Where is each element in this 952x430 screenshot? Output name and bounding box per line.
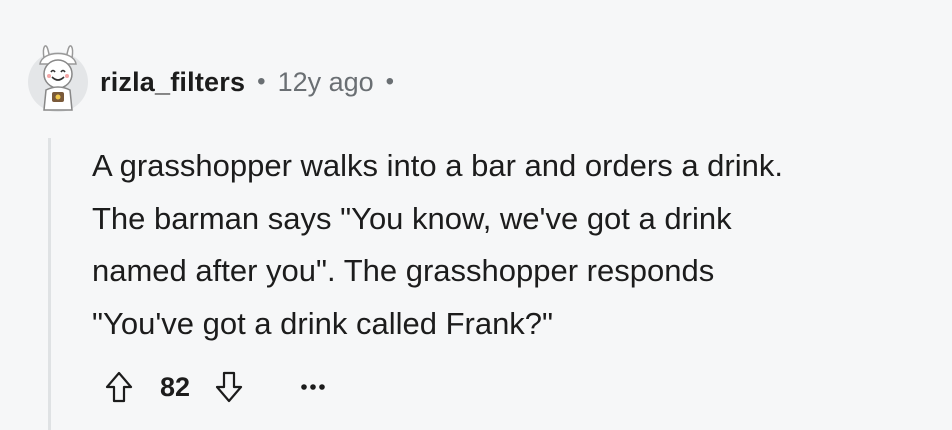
- comment-actions: 82: [100, 362, 333, 412]
- upvote-arrow-icon[interactable]: [100, 367, 138, 407]
- comment-body-line: "You've got a drink called Frank?": [92, 305, 554, 341]
- timestamp[interactable]: 12y ago: [278, 67, 374, 98]
- comment-body-line: The barman says "You know, we've got a d…: [92, 200, 732, 236]
- username-link[interactable]: rizla_filters: [100, 67, 245, 98]
- comment: rizla_filters • 12y ago • A grasshopper …: [0, 0, 952, 430]
- thread-line[interactable]: [48, 138, 51, 430]
- separator-dot: •: [257, 68, 266, 95]
- comment-body: A grasshopper walks into a bar and order…: [92, 140, 937, 350]
- more-options-icon[interactable]: [293, 367, 333, 407]
- separator-dot: •: [385, 68, 395, 95]
- comment-header: rizla_filters • 12y ago •: [100, 60, 406, 104]
- downvote-arrow-icon[interactable]: [210, 367, 248, 407]
- vote-score: 82: [160, 371, 191, 402]
- avatar-icon[interactable]: [22, 38, 94, 114]
- comment-body-line: named after you". The grasshopper respon…: [92, 253, 715, 288]
- comment-body-line: A grasshopper walks into a bar and order…: [92, 148, 783, 183]
